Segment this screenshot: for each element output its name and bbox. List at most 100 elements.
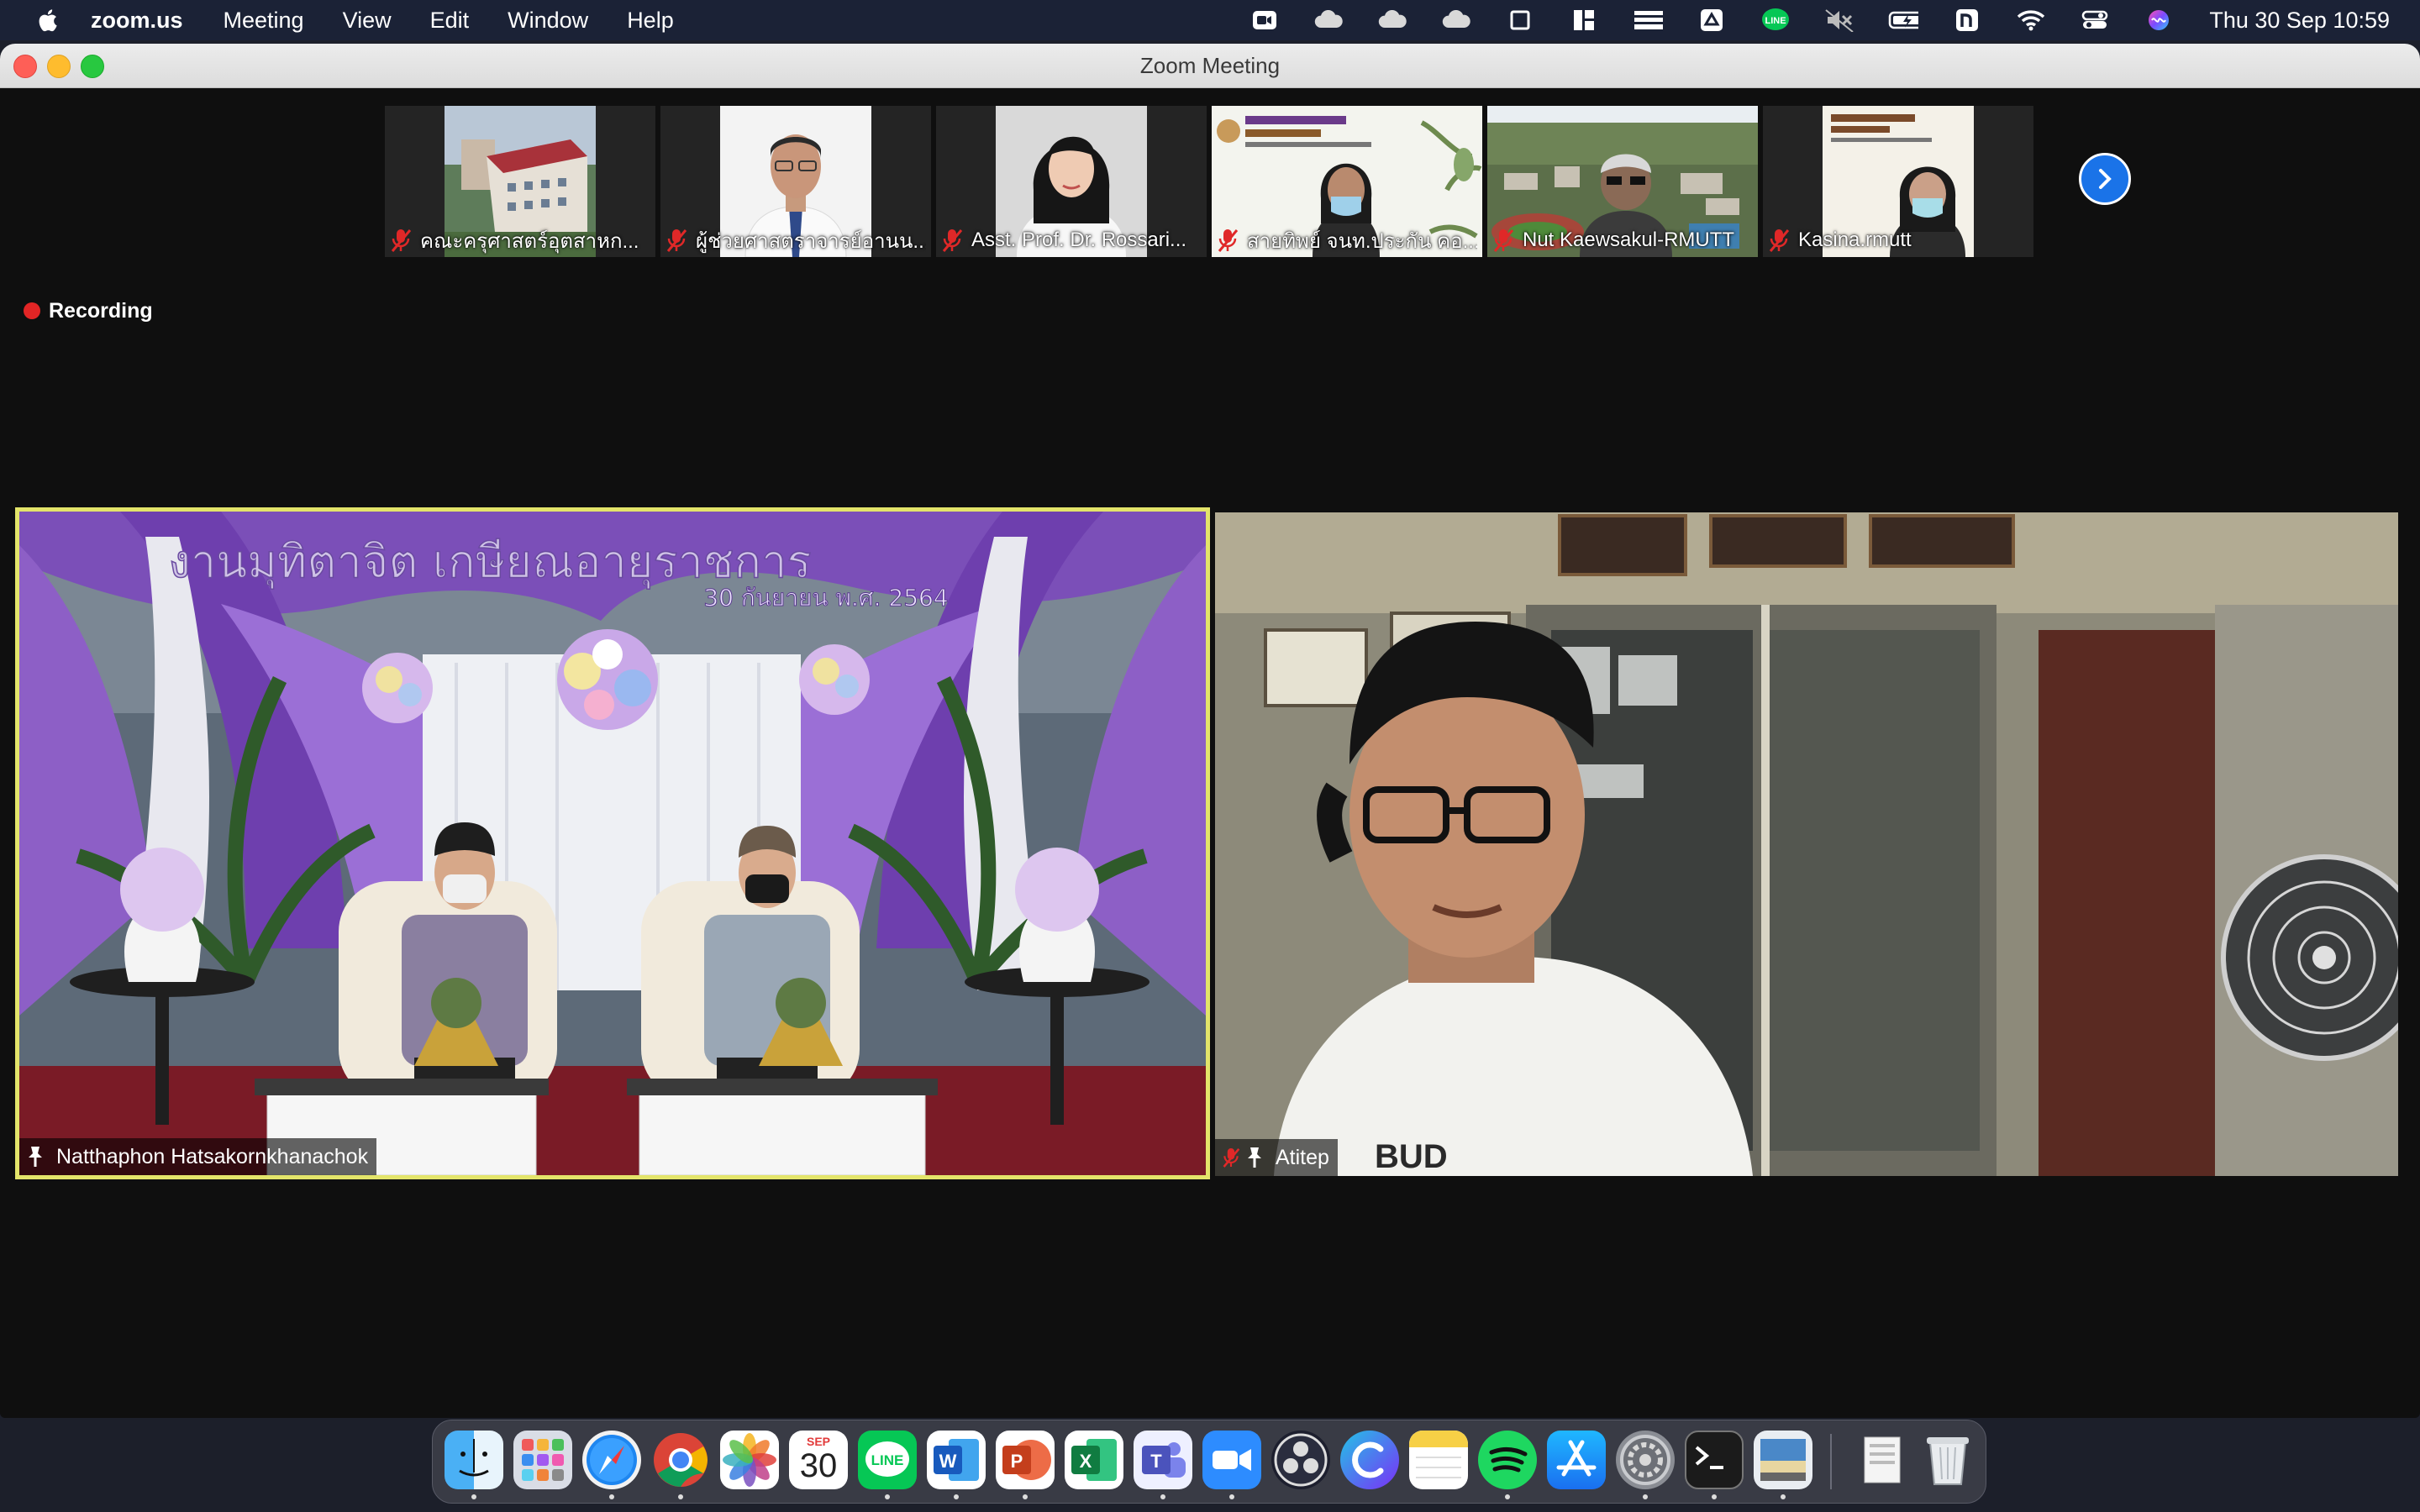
running-indicator (1229, 1494, 1234, 1499)
running-indicator (954, 1494, 959, 1499)
dock-line-icon[interactable]: LINE (858, 1431, 917, 1489)
menu-view[interactable]: View (343, 8, 392, 34)
dock-teams-icon[interactable]: T (1134, 1431, 1192, 1489)
video-name-label: Atitep (1215, 1139, 1338, 1176)
cloud-icon[interactable] (1313, 8, 1344, 33)
bars-icon[interactable] (1633, 8, 1664, 33)
dock-word-icon[interactable]: W (927, 1431, 986, 1489)
menu-bar: zoom.us Meeting View Edit Window Help LI… (0, 0, 2420, 40)
menubar-clock[interactable]: Thu 30 Sep 10:59 (2209, 8, 2390, 34)
dock-finder-icon[interactable] (445, 1431, 503, 1489)
control-center-icon[interactable] (2080, 8, 2110, 33)
dock-separator (1830, 1434, 1832, 1489)
chevron-right-icon (2099, 169, 2112, 189)
dock-safari-icon[interactable] (582, 1431, 641, 1489)
running-indicator (678, 1494, 683, 1499)
mic-muted-icon (1223, 1148, 1240, 1168)
app-menu-zoom[interactable]: zoom.us (91, 8, 183, 34)
dock-chrome-icon[interactable] (651, 1431, 710, 1489)
zoom-video-icon[interactable] (1249, 8, 1280, 33)
participant-name: คณะครุศาสตร์อุตสาหก... (420, 229, 639, 253)
running-indicator (1643, 1494, 1648, 1499)
next-page-button[interactable] (2079, 153, 2131, 205)
menu-meeting[interactable]: Meeting (224, 8, 304, 34)
participant-name: ผู้ช่วยศาสตราจารย์อานน... (696, 229, 926, 253)
banner-date-text: 30 กันยายน พ.ศ. 2564 (703, 584, 948, 612)
line-icon[interactable]: LINE (1760, 8, 1791, 33)
layout-icon[interactable] (1569, 8, 1599, 33)
dock-excel-icon[interactable]: X (1065, 1431, 1123, 1489)
n-icon[interactable] (1952, 8, 1982, 33)
running-indicator (1781, 1494, 1786, 1499)
participant-thumbnail[interactable]: Asst. Prof. Dr. Rossari... (936, 106, 1207, 257)
dock: SEP 30 LINE W P X T (432, 1420, 1986, 1504)
running-indicator (1160, 1494, 1165, 1499)
participant-thumbnail[interactable]: สายทิพย์ จนท.ประกัน คอ... (1212, 106, 1482, 257)
dock-preview-icon[interactable] (1754, 1431, 1812, 1489)
recording-dot-icon (24, 302, 40, 319)
video-tile[interactable]: BUD Atitep (1215, 512, 2398, 1176)
battery-icon[interactable] (1888, 8, 1919, 33)
running-indicator (471, 1494, 476, 1499)
window-titlebar[interactable]: Zoom Meeting (0, 44, 2420, 88)
thumbnail-label: Nut Kaewsakul-RMUTT (1492, 225, 1753, 255)
svg-text:P: P (1011, 1451, 1023, 1472)
cloud-icon[interactable] (1441, 8, 1471, 33)
dock-zoom-icon[interactable] (1202, 1431, 1261, 1489)
zoom-meeting-window: Zoom Meeting คณะครุศาสตร์อุตสาหก... ผู้ช… (0, 44, 2420, 1418)
pin-icon (1248, 1147, 1261, 1168)
recording-label: Recording (49, 298, 153, 323)
svg-text:W: W (939, 1451, 957, 1472)
drive-icon[interactable] (1697, 8, 1727, 33)
dock-downloads-stack-icon[interactable] (1853, 1431, 1912, 1489)
pin-icon (29, 1147, 42, 1167)
dock-photos-icon[interactable] (720, 1431, 779, 1489)
participant-name: Asst. Prof. Dr. Rossari... (971, 228, 1187, 251)
thumbnail-label: สายทิพย์ จนท.ประกัน คอ... (1217, 225, 1477, 255)
apple-icon[interactable] (35, 8, 59, 33)
dock-spotify-icon[interactable] (1478, 1431, 1537, 1489)
wifi-icon[interactable] (2016, 8, 2046, 33)
thumbnail-label: คณะครุศาสตร์อุตสาหก... (390, 225, 650, 255)
thumbnail-label: Kasina.rmutt (1768, 225, 2028, 255)
video-tile-active-speaker[interactable]: งานมุทิตาจิต เกษียณอายุราชการ 30 กันยายน… (15, 507, 1210, 1179)
dock-app-store-icon[interactable] (1547, 1431, 1606, 1489)
svg-text:T: T (1150, 1451, 1162, 1472)
mute-icon[interactable] (1824, 8, 1854, 33)
dock-trash-icon[interactable] (1918, 1431, 1977, 1489)
dock-canva-icon[interactable] (1340, 1431, 1399, 1489)
menu-window[interactable]: Window (508, 8, 588, 34)
dock-obs-icon[interactable] (1271, 1431, 1330, 1489)
thumbnail-label: Asst. Prof. Dr. Rossari... (941, 225, 1202, 255)
thumbnail-label: ผู้ช่วยศาสตราจารย์อานน... (666, 225, 926, 255)
mic-muted-icon (391, 229, 412, 252)
running-indicator (609, 1494, 614, 1499)
shirt-text: BUD (1375, 1138, 1448, 1175)
participant-name: Atitep (1276, 1145, 1329, 1169)
participant-thumbnail[interactable]: Kasina.rmutt (1763, 106, 2033, 257)
square-icon[interactable] (1505, 8, 1535, 33)
dock-powerpoint-icon[interactable]: P (996, 1431, 1055, 1489)
menu-edit[interactable]: Edit (430, 8, 470, 34)
dock-calendar-icon[interactable]: SEP 30 (789, 1431, 848, 1489)
running-indicator (1023, 1494, 1028, 1499)
running-indicator (1505, 1494, 1510, 1499)
running-indicator (1712, 1494, 1717, 1499)
participant-thumbnail[interactable]: Nut Kaewsakul-RMUTT (1487, 106, 1758, 257)
participant-name: Natthaphon Hatsakornkhanachok (56, 1144, 369, 1168)
dock-notes-icon[interactable] (1409, 1431, 1468, 1489)
cloud-icon[interactable] (1377, 8, 1407, 33)
line-icon-label: LINE (871, 1452, 904, 1468)
dock-system-preferences-icon[interactable] (1616, 1431, 1675, 1489)
dock-launchpad-icon[interactable] (513, 1431, 572, 1489)
participant-thumbnail[interactable]: คณะครุศาสตร์อุตสาหก... (385, 106, 655, 257)
recording-indicator[interactable]: Recording (24, 294, 153, 328)
menu-help[interactable]: Help (627, 8, 674, 34)
siri-icon[interactable] (2144, 8, 2174, 33)
participant-thumbnail[interactable]: ผู้ช่วยศาสตราจารย์อานน... (660, 106, 931, 257)
banner-text: งานมุทิตาจิต เกษียณอายุราชการ (169, 535, 812, 590)
mic-muted-icon (1218, 229, 1239, 252)
dock-terminal-icon[interactable] (1685, 1431, 1744, 1489)
running-indicator (885, 1494, 890, 1499)
participant-name: Kasina.rmutt (1798, 228, 1912, 251)
